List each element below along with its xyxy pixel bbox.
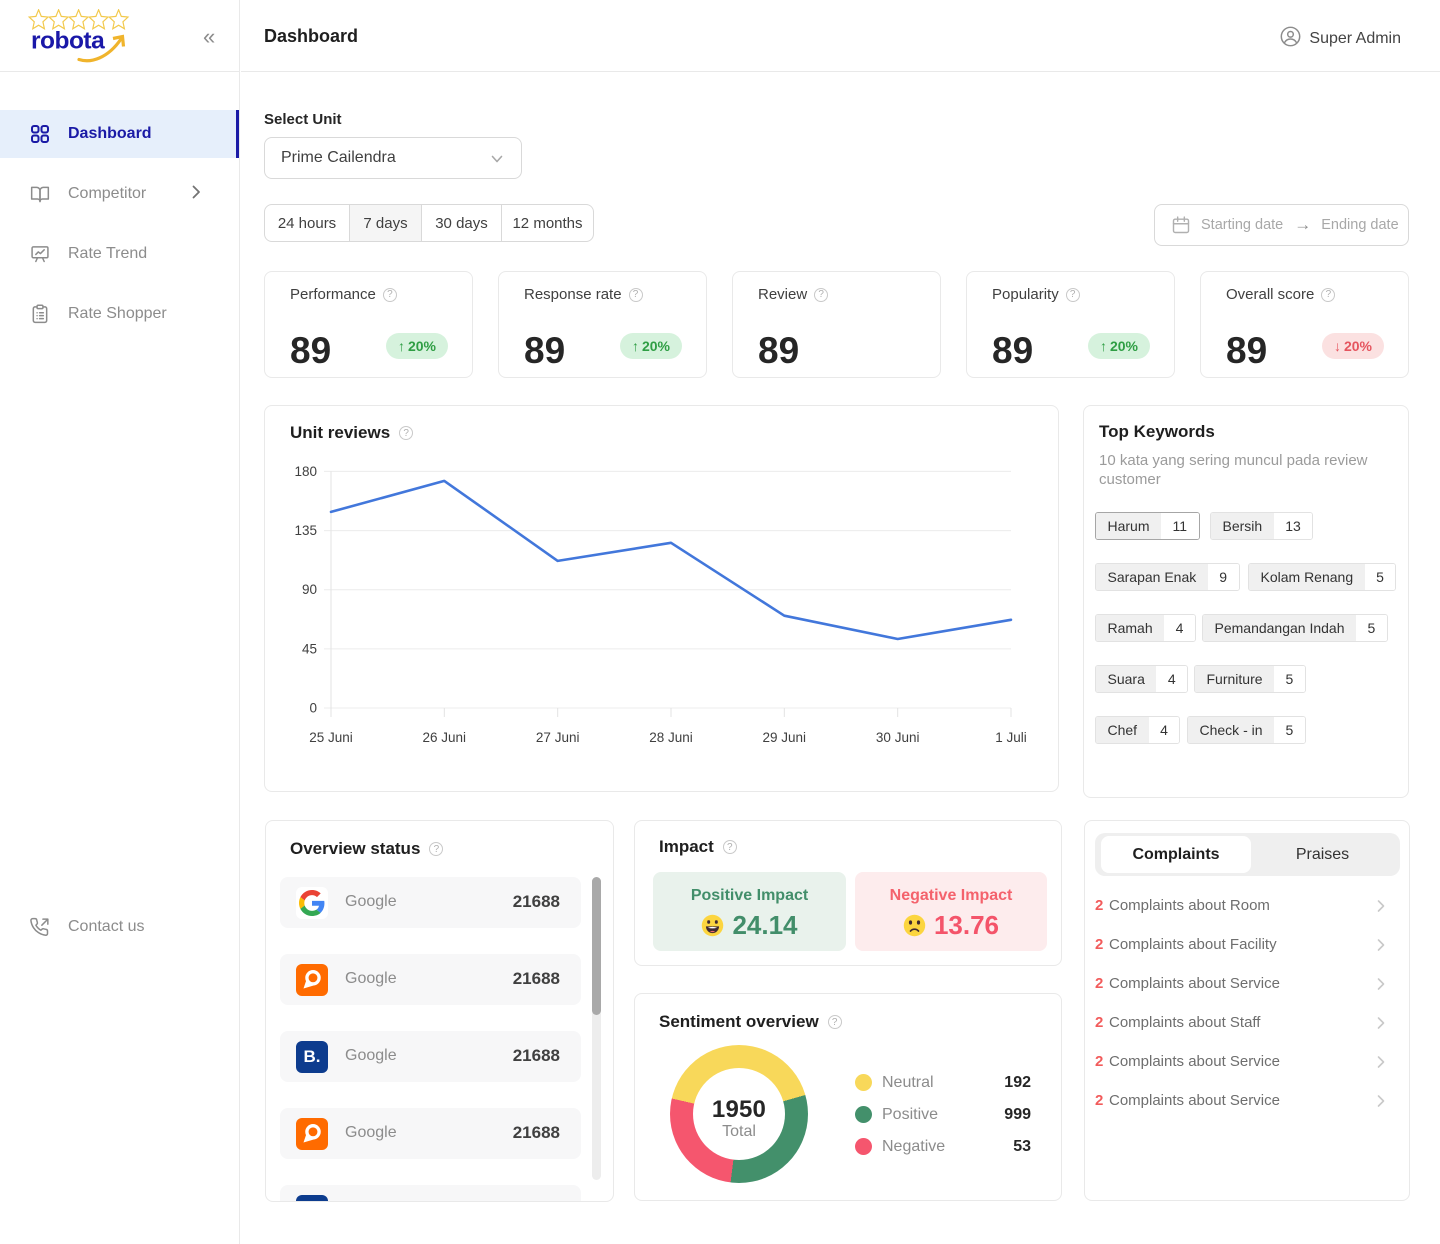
svg-text:0: 0: [309, 701, 317, 716]
svg-text:135: 135: [294, 523, 317, 538]
svg-text:45: 45: [302, 641, 317, 656]
svg-text:robota: robota: [31, 28, 105, 55]
svg-text:30 Juni: 30 Juni: [876, 730, 920, 745]
svg-text:90: 90: [302, 582, 317, 597]
svg-text:29 Juni: 29 Juni: [763, 730, 807, 745]
svg-text:180: 180: [294, 464, 317, 479]
svg-text:26 Juni: 26 Juni: [423, 730, 467, 745]
svg-text:25 Juni: 25 Juni: [309, 730, 353, 745]
svg-text:27 Juni: 27 Juni: [536, 730, 580, 745]
svg-text:28 Juni: 28 Juni: [649, 730, 693, 745]
svg-text:1 Juli: 1 Juli: [995, 730, 1027, 745]
